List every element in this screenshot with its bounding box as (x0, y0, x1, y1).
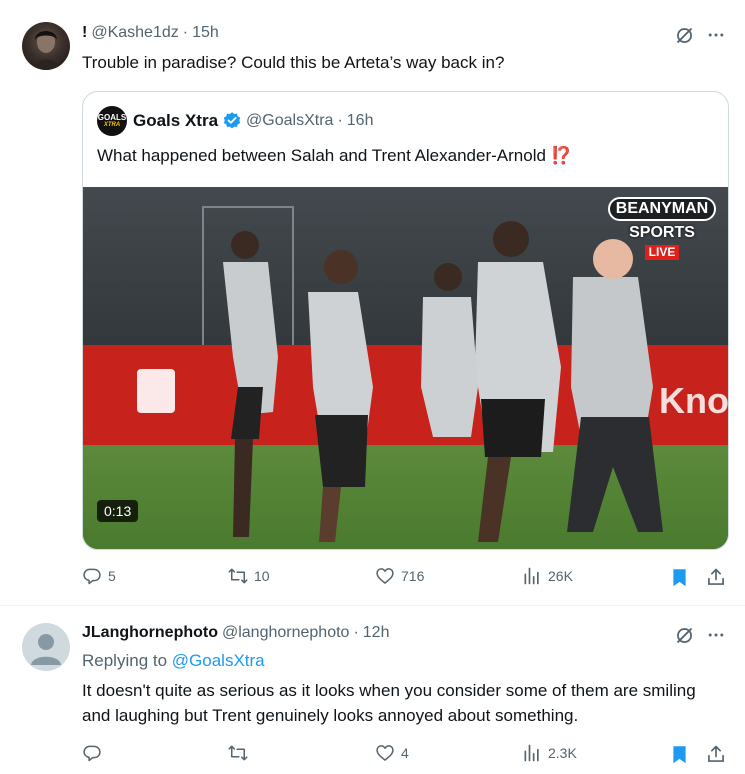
goals-xtra-logo: GOALS XTRA (97, 106, 127, 136)
video-watermark: BEANYMAN SPORTS LIVE (605, 197, 719, 261)
views-icon (524, 567, 539, 585)
grok-icon[interactable] (673, 624, 695, 646)
reply-icon (83, 745, 101, 762)
like-icon (376, 568, 394, 584)
quote-timestamp: 16h (346, 112, 374, 129)
reply-icon (83, 568, 101, 585)
post-header: ! @Kashe1dz · 15h (82, 24, 219, 42)
views-icon (524, 744, 539, 762)
separator: · (353, 624, 359, 641)
post-text: It doesn't quite as serious as it looks … (82, 681, 696, 725)
reply-button[interactable] (82, 743, 108, 763)
repost-icon (228, 568, 248, 584)
board-text: Kno (659, 380, 729, 421)
watermark-live: LIVE (644, 245, 680, 260)
quote-text-body: What happened between Salah and Trent Al… (97, 146, 546, 165)
timestamp[interactable]: 15h (192, 24, 219, 42)
handle[interactable]: @Kashe1dz (91, 24, 178, 42)
like-button[interactable]: 716 (375, 566, 424, 586)
bookmark-icon (672, 745, 686, 763)
repost-count: 10 (254, 568, 270, 584)
display-name[interactable]: ! (82, 24, 87, 42)
like-count: 4 (401, 745, 409, 761)
share-icon (708, 568, 724, 585)
post-divider (0, 605, 745, 606)
share-button[interactable] (705, 743, 727, 765)
replying-to: Replying to @GoalsXtra (82, 651, 265, 671)
logo-subtext: XTRA (103, 121, 121, 128)
watermark-line2: SPORTS (629, 224, 695, 241)
more-icon[interactable] (704, 24, 728, 46)
views-button[interactable]: 26K (522, 566, 573, 586)
quoted-post[interactable]: GOALS XTRA Goals Xtra @GoalsXtra · 16h W… (82, 91, 729, 550)
more-icon[interactable] (704, 624, 728, 646)
quote-header: Goals Xtra @GoalsXtra · 16h (133, 111, 373, 131)
separator: · (182, 24, 189, 41)
post-text: Trouble in paradise? Could this be Artet… (82, 53, 505, 72)
share-button[interactable] (705, 566, 727, 588)
repost-button[interactable] (228, 743, 254, 763)
reply-button[interactable]: 5 (82, 566, 116, 586)
grok-icon[interactable] (673, 24, 695, 46)
repost-icon (228, 745, 248, 761)
post-header: JLanghornephoto @langhornephoto · 12h (82, 624, 389, 642)
bookmark-button[interactable] (668, 566, 690, 588)
default-avatar-icon (31, 634, 61, 665)
views-count: 2.3K (548, 745, 577, 761)
replying-handle-link[interactable]: @GoalsXtra (172, 651, 265, 670)
quote-text: What happened between Salah and Trent Al… (97, 143, 717, 168)
display-name[interactable]: JLanghornephoto (82, 624, 218, 642)
quote-display-name: Goals Xtra (133, 111, 219, 130)
timestamp[interactable]: 12h (363, 624, 390, 642)
video-player[interactable]: Kno BEANYMAN SPORTS LIVE 0:13 (83, 187, 729, 549)
reply-count: 5 (108, 568, 116, 584)
avatar-default[interactable] (22, 623, 70, 671)
repost-button[interactable]: 10 (228, 566, 270, 586)
share-icon (708, 745, 724, 762)
interrobang-emoji: ⁉️ (550, 146, 572, 165)
views-count: 26K (548, 568, 573, 584)
like-icon (376, 745, 394, 761)
verified-icon (222, 111, 242, 131)
separator: · (337, 112, 343, 129)
replying-label: Replying to (82, 651, 168, 670)
bookmark-icon (672, 568, 686, 586)
avatar-image (32, 31, 60, 70)
bookmark-button[interactable] (668, 743, 690, 765)
watermark-line1: BEANYMAN (607, 197, 717, 221)
handle[interactable]: @langhornephoto (222, 624, 349, 642)
like-button[interactable]: 4 (375, 743, 409, 763)
views-button[interactable]: 2.3K (522, 743, 577, 763)
like-count: 716 (401, 568, 425, 584)
avatar[interactable] (22, 22, 70, 70)
video-duration: 0:13 (97, 500, 139, 522)
logo-text: GOALS (97, 112, 127, 122)
quote-handle: @GoalsXtra (246, 112, 334, 129)
